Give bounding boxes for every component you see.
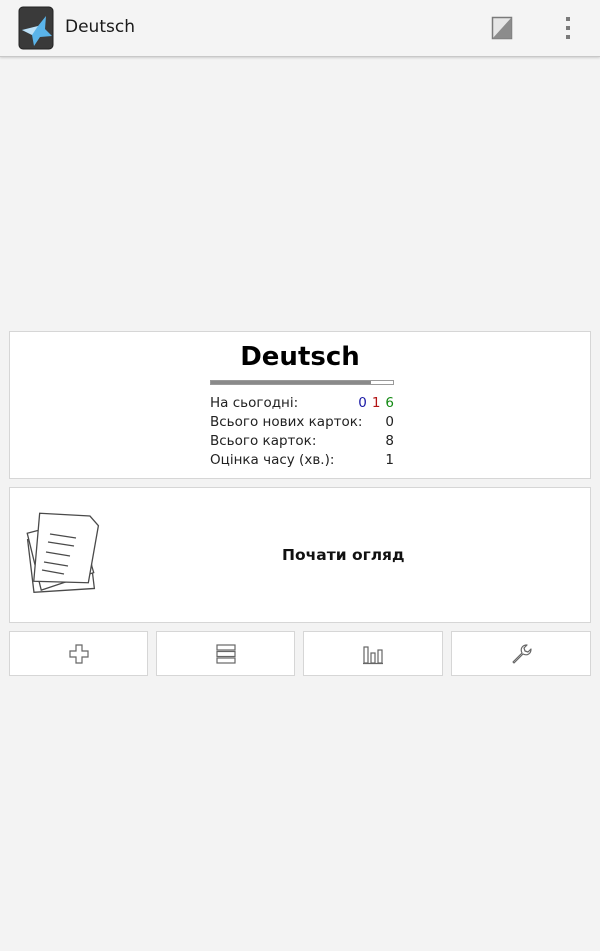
- stat-row-today: На сьогодні: 016: [210, 393, 394, 412]
- start-review-label: Почати огляд: [282, 546, 405, 564]
- stat-row-time-estimate: Оцінка часу (хв.): 1: [210, 450, 394, 469]
- new-count: 0: [358, 394, 367, 411]
- deck-name: Deutsch: [240, 342, 360, 372]
- edit-note-button[interactable]: [482, 8, 522, 48]
- bar-chart-icon: [363, 645, 383, 664]
- deck-progress-fill: [211, 381, 372, 384]
- overflow-menu-icon: [566, 17, 570, 39]
- edit-note-icon: [491, 16, 513, 40]
- deck-info-card: Deutsch На сьогодні: 016 Всього нових ка…: [9, 331, 591, 479]
- stat-row-new-cards: Всього нових карток: 0: [210, 412, 394, 431]
- stat-value: 0: [385, 413, 394, 430]
- cards-stack-icon: [20, 508, 100, 600]
- today-counts: 016: [353, 395, 394, 411]
- add-card-button[interactable]: [9, 631, 148, 676]
- deck-options-button[interactable]: [451, 631, 591, 676]
- app-logo-icon[interactable]: [18, 6, 54, 50]
- stat-row-total-cards: Всього карток: 8: [210, 431, 394, 450]
- action-bar: Deutsch: [0, 0, 600, 57]
- stat-label: Оцінка часу (хв.):: [210, 451, 335, 468]
- wrench-icon: [512, 643, 532, 664]
- add-icon: [68, 643, 89, 664]
- review-count: 6: [385, 394, 394, 411]
- app-title: Deutsch: [65, 17, 135, 37]
- stat-label: Всього карток:: [210, 432, 317, 449]
- overflow-menu-button[interactable]: [548, 8, 588, 48]
- learn-count: 1: [371, 394, 381, 411]
- stat-label: Всього нових карток:: [210, 413, 363, 430]
- list-icon: [215, 643, 236, 664]
- stat-value: 1: [385, 451, 394, 468]
- stat-label: На сьогодні:: [210, 394, 299, 411]
- stat-value: 8: [385, 432, 394, 449]
- start-review-button[interactable]: Почати огляд: [9, 487, 591, 623]
- deck-progress-bar: [210, 380, 394, 385]
- deck-stats: На сьогодні: 016 Всього нових карток: 0 …: [210, 393, 394, 469]
- browse-cards-button[interactable]: [156, 631, 295, 676]
- statistics-button[interactable]: [303, 631, 443, 676]
